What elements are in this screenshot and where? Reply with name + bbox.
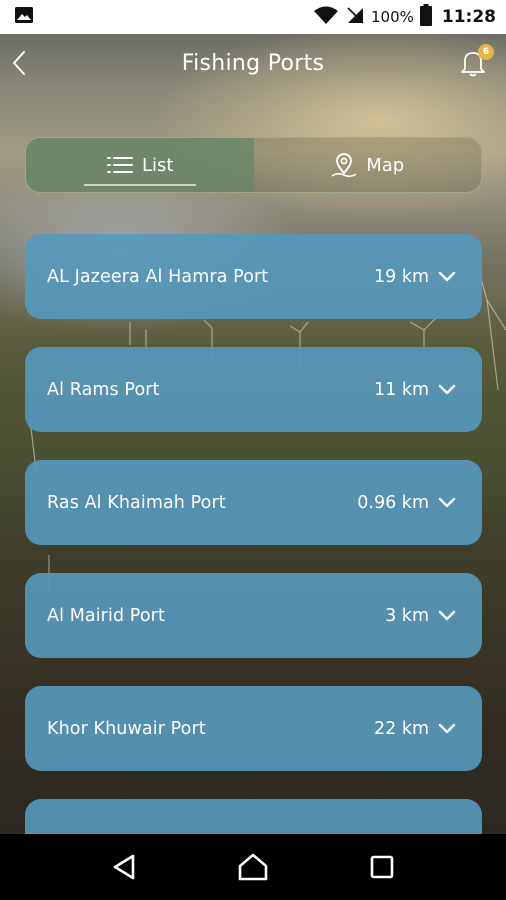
image-icon <box>14 5 34 29</box>
app-header: Fishing Ports 6 <box>0 34 506 94</box>
list-icon <box>107 157 134 173</box>
port-distance: 11 km <box>373 379 429 400</box>
port-card-al-mairid[interactable]: Al Mairid Port 3 km <box>25 573 482 658</box>
port-name: Ras Al Khaimah Port <box>47 492 226 513</box>
chevron-down-icon <box>438 723 456 733</box>
ports-list: AL Jazeera Al Hamra Port 19 km Al Rams P… <box>25 234 482 900</box>
chevron-down-icon <box>438 271 456 281</box>
recents-square-icon <box>370 855 393 879</box>
tab-map[interactable]: Map <box>254 138 482 192</box>
port-distance: 22 km <box>373 718 429 739</box>
port-card-al-rams[interactable]: Al Rams Port 11 km <box>25 347 482 432</box>
tab-list[interactable]: List <box>26 138 254 192</box>
tab-map-label: Map <box>366 154 405 176</box>
status-time: 11:28 <box>441 7 496 27</box>
port-name: Khor Khuwair Port <box>47 718 206 739</box>
battery-icon <box>419 4 432 30</box>
no-sim-icon <box>345 5 365 29</box>
system-nav-bar <box>0 834 506 900</box>
status-bar: 100% 11:28 <box>0 0 506 34</box>
map-pin-icon <box>331 153 357 178</box>
chevron-down-icon <box>438 497 456 507</box>
chevron-down-icon <box>438 610 456 620</box>
page-title: Fishing Ports <box>181 51 325 76</box>
port-card-khor-khuwair[interactable]: Khor Khuwair Port 22 km <box>25 686 482 771</box>
port-distance: 19 km <box>373 266 429 287</box>
port-card-al-jazeera-al-hamra[interactable]: AL Jazeera Al Hamra Port 19 km <box>25 234 482 319</box>
view-toggle: List Map <box>25 137 482 193</box>
port-distance: 0.96 km <box>357 492 429 513</box>
back-triangle-icon <box>114 854 135 880</box>
wifi-icon <box>313 5 339 29</box>
tab-list-label: List <box>142 154 174 176</box>
notification-badge: 6 <box>478 44 494 60</box>
port-name: Al Mairid Port <box>47 605 165 626</box>
notifications-button[interactable]: 6 <box>458 44 494 80</box>
nav-back-button[interactable] <box>94 842 154 892</box>
port-name: Al Rams Port <box>47 379 160 400</box>
nav-home-button[interactable] <box>223 842 283 892</box>
port-name: AL Jazeera Al Hamra Port <box>47 266 269 287</box>
port-distance: 3 km <box>385 605 429 626</box>
chevron-down-icon <box>438 384 456 394</box>
home-icon <box>238 853 268 881</box>
nav-recents-button[interactable] <box>352 842 412 892</box>
port-card-ras-al-khaimah[interactable]: Ras Al Khaimah Port 0.96 km <box>25 460 482 545</box>
battery-percent: 100% <box>370 8 414 26</box>
